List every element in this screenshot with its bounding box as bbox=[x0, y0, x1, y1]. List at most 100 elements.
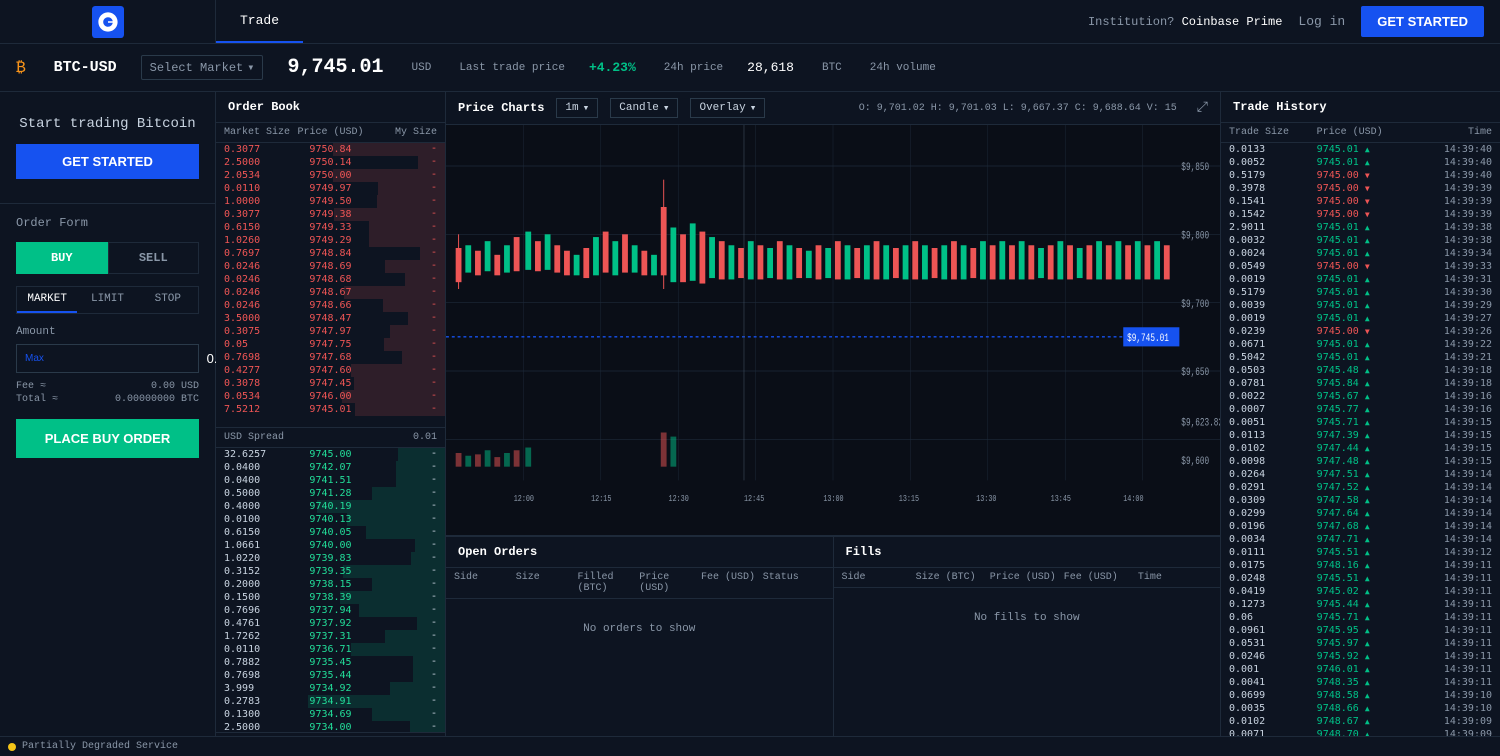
svg-text:13:30: 13:30 bbox=[976, 494, 996, 504]
th-row: 0.0781 9745.84 ▲ 14:39:18 bbox=[1221, 377, 1500, 390]
ob-ask-row[interactable]: 0.0246 9748.68 - bbox=[216, 273, 445, 286]
ob-bid-row[interactable]: 0.7698 9735.44 - bbox=[216, 669, 445, 682]
ob-ask-row[interactable]: 0.0246 9748.66 - bbox=[216, 299, 445, 312]
th-row: 0.0111 9745.51 ▲ 14:39:12 bbox=[1221, 546, 1500, 559]
ob-ask-row[interactable]: 0.6150 9749.33 - bbox=[216, 221, 445, 234]
fills-empty: No fills to show bbox=[834, 588, 1221, 648]
nav-tabs: Trade bbox=[216, 0, 303, 43]
ob-ask-row[interactable]: 0.3077 9749.38 - bbox=[216, 208, 445, 221]
tab-trade[interactable]: Trade bbox=[216, 0, 303, 43]
ob-ask-row[interactable]: 0.0534 9746.00 - bbox=[216, 390, 445, 403]
total-row: Total ≈ 0.00000000 BTC bbox=[16, 394, 199, 405]
ob-col-headers: Market Size Price (USD) My Size bbox=[216, 123, 445, 143]
ob-ask-row[interactable]: 2.0534 9750.00 - bbox=[216, 169, 445, 182]
ob-ask-row[interactable]: 0.4277 9747.60 - bbox=[216, 364, 445, 377]
ob-bid-row[interactable]: 0.0110 9736.71 - bbox=[216, 643, 445, 656]
volume-value: 28,618 bbox=[747, 60, 794, 75]
ob-bid-row[interactable]: 1.0661 9740.00 - bbox=[216, 539, 445, 552]
ob-bid-row[interactable]: 0.0400 9742.07 - bbox=[216, 461, 445, 474]
open-orders-col-headers: Side Size Filled (BTC) Price (USD) Fee (… bbox=[446, 568, 833, 599]
sidebar-get-started-button[interactable]: GET STARTED bbox=[16, 144, 199, 179]
ob-bid-row[interactable]: 0.1300 9734.69 - bbox=[216, 708, 445, 721]
place-order-button[interactable]: PLACE BUY ORDER bbox=[16, 419, 199, 458]
ob-bid-row[interactable]: 0.1500 9738.39 - bbox=[216, 591, 445, 604]
th-row: 0.0051 9745.71 ▲ 14:39:15 bbox=[1221, 416, 1500, 429]
sell-tab[interactable]: SELL bbox=[108, 242, 200, 274]
ob-bid-row[interactable]: 0.4761 9737.92 - bbox=[216, 617, 445, 630]
ob-ask-row[interactable]: 0.7698 9747.68 - bbox=[216, 351, 445, 364]
ob-ask-row[interactable]: 7.5212 9745.01 - bbox=[216, 403, 445, 416]
ob-bid-row[interactable]: 1.0220 9739.83 - bbox=[216, 552, 445, 565]
trade-history-section: Trade History Trade Size Price (USD) Tim… bbox=[1220, 92, 1500, 756]
th-row: 0.3978 9745.00 ▼ 14:39:39 bbox=[1221, 182, 1500, 195]
timeframe-dropdown[interactable]: 1m ▾ bbox=[556, 98, 598, 118]
ob-bid-row[interactable]: 0.6150 9740.05 - bbox=[216, 526, 445, 539]
ob-ask-row[interactable]: 1.0000 9749.50 - bbox=[216, 195, 445, 208]
ob-ask-row[interactable]: 0.05 9747.75 - bbox=[216, 338, 445, 351]
select-market-dropdown[interactable]: Select Market ▾ bbox=[141, 55, 264, 80]
ob-bid-row[interactable]: 0.7696 9737.94 - bbox=[216, 604, 445, 617]
th-row: 0.0035 9748.66 ▲ 14:39:10 bbox=[1221, 702, 1500, 715]
th-row: 0.1273 9745.44 ▲ 14:39:11 bbox=[1221, 598, 1500, 611]
expand-icon[interactable]: ⤢ bbox=[1197, 100, 1208, 116]
svg-text:13:15: 13:15 bbox=[899, 494, 919, 504]
ob-ask-row[interactable]: 1.0260 9749.29 - bbox=[216, 234, 445, 247]
max-button[interactable]: Max bbox=[17, 347, 52, 370]
th-row: 0.0007 9745.77 ▲ 14:39:16 bbox=[1221, 403, 1500, 416]
ob-bid-row[interactable]: 0.3152 9739.35 - bbox=[216, 565, 445, 578]
ob-bid-row[interactable]: 0.2783 9734.91 - bbox=[216, 695, 445, 708]
market-bar: ₿ BTC-USD Select Market ▾ 9,745.01 USD L… bbox=[0, 44, 1500, 92]
ob-bid-row[interactable]: 0.4000 9740.19 - bbox=[216, 500, 445, 513]
status-bar: Partially Degraded Service bbox=[0, 736, 1500, 756]
ob-ask-row[interactable]: 0.0246 9748.67 - bbox=[216, 286, 445, 299]
ob-bid-row[interactable]: 0.0400 9741.51 - bbox=[216, 474, 445, 487]
th-row: 0.0019 9745.01 ▲ 14:39:31 bbox=[1221, 273, 1500, 286]
ob-bid-row[interactable]: 0.7882 9735.45 - bbox=[216, 656, 445, 669]
ob-ask-row[interactable]: 0.0110 9749.97 - bbox=[216, 182, 445, 195]
volume-period: 24h volume bbox=[870, 62, 936, 74]
th-row: 0.0102 9748.67 ▲ 14:39:09 bbox=[1221, 715, 1500, 728]
col-side: Side bbox=[454, 572, 516, 594]
ob-bid-row[interactable]: 3.999 9734.92 - bbox=[216, 682, 445, 695]
svg-text:$9,700: $9,700 bbox=[1181, 298, 1209, 311]
th-row: 0.0246 9745.92 ▲ 14:39:11 bbox=[1221, 650, 1500, 663]
ob-ask-row[interactable]: 0.3077 9750.84 - bbox=[216, 143, 445, 156]
limit-tab[interactable]: LIMIT bbox=[77, 287, 137, 313]
chevron-down-icon: ▾ bbox=[247, 60, 254, 75]
col-size: Size bbox=[516, 572, 578, 594]
ob-bid-row[interactable]: 0.2000 9738.15 - bbox=[216, 578, 445, 591]
th-row: 0.5179 9745.01 ▲ 14:39:30 bbox=[1221, 286, 1500, 299]
ob-bid-row[interactable]: 0.5000 9741.28 - bbox=[216, 487, 445, 500]
ob-ask-row[interactable]: 0.0246 9748.69 - bbox=[216, 260, 445, 273]
th-row: 0.0133 9745.01 ▲ 14:39:40 bbox=[1221, 143, 1500, 156]
candle-dropdown[interactable]: Candle ▾ bbox=[610, 98, 678, 118]
ob-bid-row[interactable]: 2.5000 9734.00 - bbox=[216, 721, 445, 732]
ob-bid-row[interactable]: 32.6257 9745.00 - bbox=[216, 448, 445, 461]
ob-bid-row[interactable]: 1.7262 9737.31 - bbox=[216, 630, 445, 643]
stop-tab[interactable]: STOP bbox=[138, 287, 198, 313]
ob-ask-row[interactable]: 2.5000 9750.14 - bbox=[216, 156, 445, 169]
svg-text:$9,623.82: $9,623.82 bbox=[1181, 416, 1220, 429]
ob-bids: 32.6257 9745.00 - 0.0400 9742.07 - 0.040… bbox=[216, 448, 445, 732]
ob-ask-row[interactable]: 3.5000 9748.47 - bbox=[216, 312, 445, 325]
overlay-dropdown[interactable]: Overlay ▾ bbox=[690, 98, 765, 118]
ob-col-my-size: My Size bbox=[366, 127, 437, 138]
buy-tab[interactable]: BUY bbox=[16, 242, 108, 274]
login-button[interactable]: Log in bbox=[1298, 14, 1345, 29]
change-period: 24h price bbox=[664, 62, 723, 74]
ob-ask-row[interactable]: 0.3078 9747.45 - bbox=[216, 377, 445, 390]
fills-col-fee: Fee (USD) bbox=[1064, 572, 1138, 583]
col-price: Price (USD) bbox=[639, 572, 701, 594]
order-book-section: Order Book Market Size Price (USD) My Si… bbox=[216, 92, 446, 756]
amount-input[interactable] bbox=[52, 345, 236, 372]
top-nav: Trade Institution? Coinbase Prime Log in… bbox=[0, 0, 1500, 44]
ob-ask-row[interactable]: 0.3075 9747.97 - bbox=[216, 325, 445, 338]
ob-bid-row[interactable]: 0.0100 9740.13 - bbox=[216, 513, 445, 526]
col-status: Status bbox=[763, 572, 825, 594]
btc-icon: ₿ bbox=[16, 59, 26, 77]
th-row: 0.0531 9745.97 ▲ 14:39:11 bbox=[1221, 637, 1500, 650]
th-row: 0.0196 9747.68 ▲ 14:39:14 bbox=[1221, 520, 1500, 533]
market-tab[interactable]: MARKET bbox=[17, 287, 77, 313]
get-started-button[interactable]: GET STARTED bbox=[1361, 6, 1484, 37]
ob-ask-row[interactable]: 0.7697 9748.84 - bbox=[216, 247, 445, 260]
